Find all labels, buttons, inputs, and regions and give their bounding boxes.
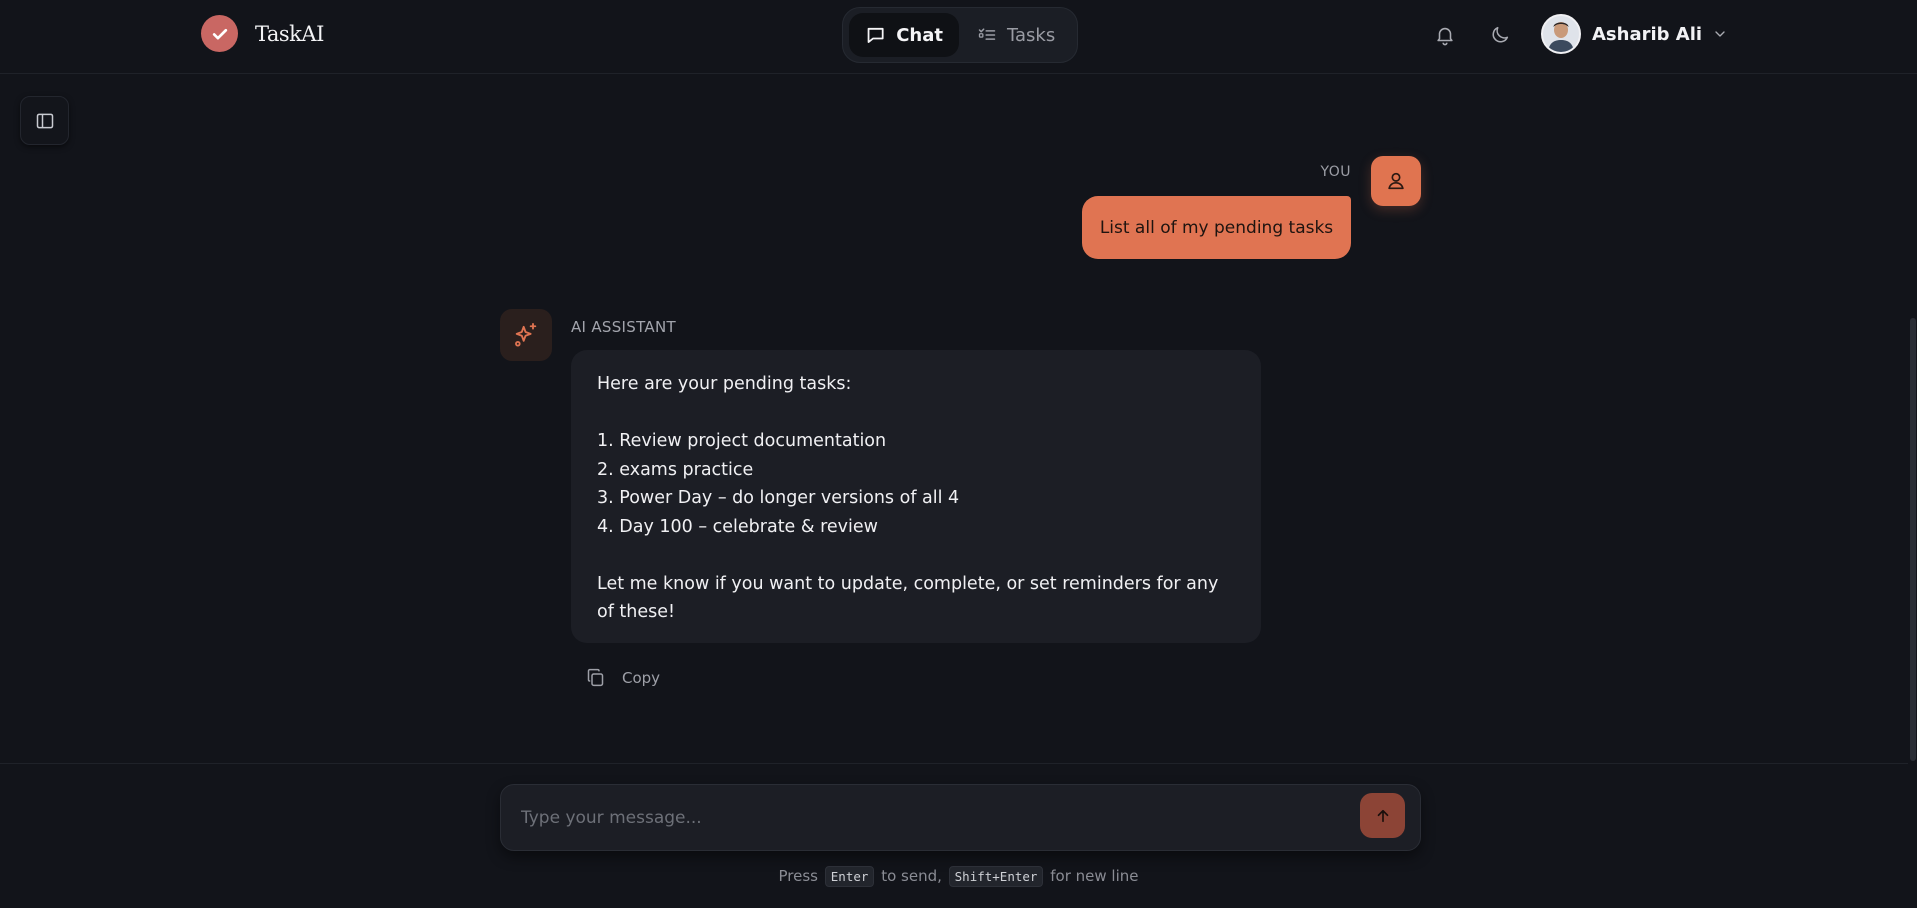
enter-key-badge: Enter <box>824 866 875 887</box>
hint-press: Press <box>778 867 818 885</box>
bell-icon[interactable] <box>1434 24 1456 46</box>
sparkles-icon <box>515 322 537 347</box>
user-menu[interactable]: Asharib Ali <box>1541 14 1728 54</box>
task-list-item: 3. Power Day – do longer versions of all… <box>597 488 960 508</box>
arrow-up-icon <box>1377 809 1388 822</box>
shift-enter-key-badge: Shift+Enter <box>948 866 1044 887</box>
moon-icon[interactable] <box>1489 24 1511 46</box>
chat-bubble-icon <box>867 27 884 43</box>
tab-tasks[interactable]: Tasks <box>961 13 1071 57</box>
keyboard-hint: Press Enter to send, Shift+Enter for new… <box>0 866 1917 887</box>
copy-icon <box>587 668 604 687</box>
user-message-bubble: List all of my pending tasks <box>1082 196 1351 259</box>
task-list-item: 1. Review project documentation <box>597 431 887 451</box>
brand-name: TaskAI <box>255 21 324 46</box>
user-message-label: YOU <box>1320 164 1351 180</box>
tab-chat-label: Chat <box>896 24 943 46</box>
copy-button[interactable]: Copy <box>585 667 660 688</box>
composer-divider <box>0 763 1908 764</box>
app-header: TaskAI Chat Tasks Asharib Ali <box>0 0 1917 74</box>
ai-message-intro: Here are your pending tasks: <box>597 374 852 394</box>
hint-to-send: to send, <box>881 867 942 885</box>
sidebar-toggle-button[interactable] <box>20 96 69 145</box>
task-list-icon <box>978 28 996 40</box>
message-input[interactable] <box>521 801 1341 835</box>
send-button[interactable] <box>1360 793 1405 838</box>
ai-message-outro: Let me know if you want to update, compl… <box>597 573 1219 594</box>
message-composer <box>500 784 1421 851</box>
sidebar-panel-icon <box>36 113 53 128</box>
tab-tasks-label: Tasks <box>1007 24 1056 46</box>
ai-avatar <box>500 309 552 361</box>
tab-chat[interactable]: Chat <box>849 13 959 57</box>
user-avatar <box>1371 156 1421 206</box>
task-list-item: 2. exams practice <box>597 459 754 480</box>
ai-message-outro-continued: of these! <box>597 602 676 622</box>
ai-message-label: AI ASSISTANT <box>571 318 676 336</box>
user-icon <box>1388 172 1404 190</box>
user-message-text: List all of my pending tasks <box>1099 217 1334 238</box>
brand[interactable]: TaskAI <box>201 15 324 52</box>
ai-message-bubble: Here are your pending tasks: 1. Review p… <box>571 350 1261 643</box>
check-logo-icon <box>201 15 238 52</box>
hint-new-line: for new line <box>1050 867 1139 885</box>
view-switcher: Chat Tasks <box>842 7 1078 63</box>
task-list-item: 4. Day 100 – celebrate & review <box>597 516 878 537</box>
chat-scrollbar-thumb[interactable] <box>1910 318 1916 761</box>
chevron-down-icon <box>1715 31 1725 37</box>
copy-button-label: Copy <box>622 668 661 687</box>
user-name: Asharib Ali <box>1592 23 1703 45</box>
avatar <box>1541 14 1581 54</box>
